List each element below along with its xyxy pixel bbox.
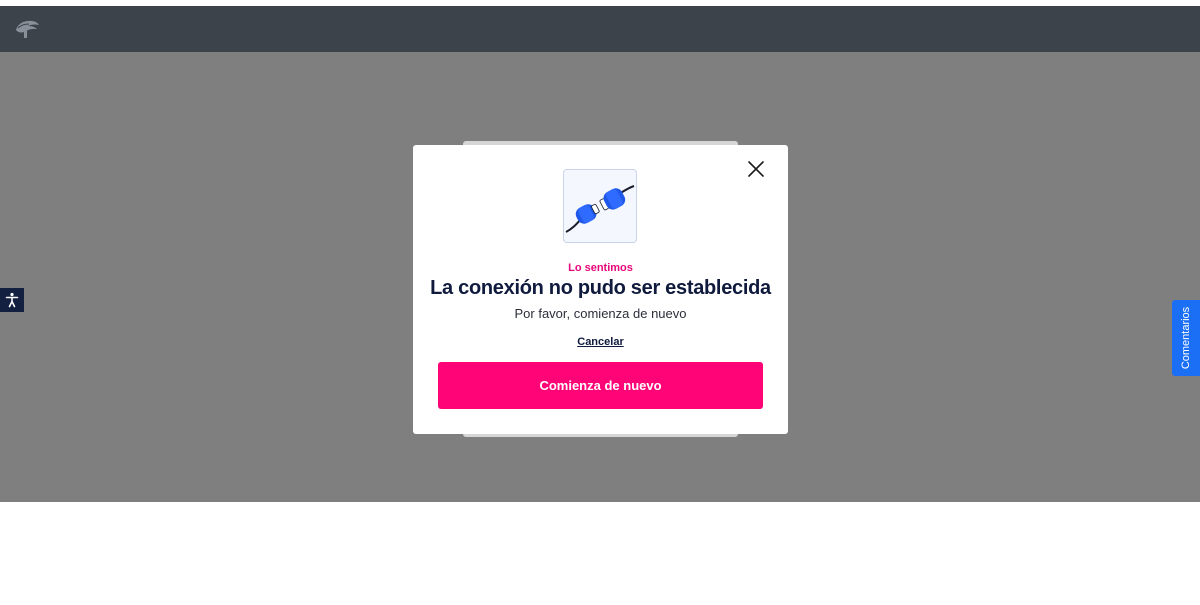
eyebrow-text: Lo sentimos xyxy=(568,262,633,274)
top-navbar xyxy=(0,6,1200,52)
dialog-title: La conexión no pudo ser establecida xyxy=(430,277,771,299)
feedback-label: Comentarios xyxy=(1180,306,1193,370)
close-icon[interactable] xyxy=(746,159,766,179)
accessibility-button[interactable] xyxy=(0,288,24,312)
feedback-tab[interactable]: Comentarios xyxy=(1172,300,1200,376)
cancel-link[interactable]: Cancelar xyxy=(413,336,788,348)
unplugged-connector-icon xyxy=(563,169,637,243)
eagle-logo-icon[interactable] xyxy=(14,18,40,40)
page-footer-area xyxy=(0,502,1200,605)
error-dialog: Lo sentimos La conexión no pudo ser esta… xyxy=(413,145,788,434)
restart-button[interactable]: Comienza de nuevo xyxy=(438,362,763,409)
accessibility-icon xyxy=(5,292,19,308)
dialog-subtitle: Por favor, comienza de nuevo xyxy=(514,306,687,321)
